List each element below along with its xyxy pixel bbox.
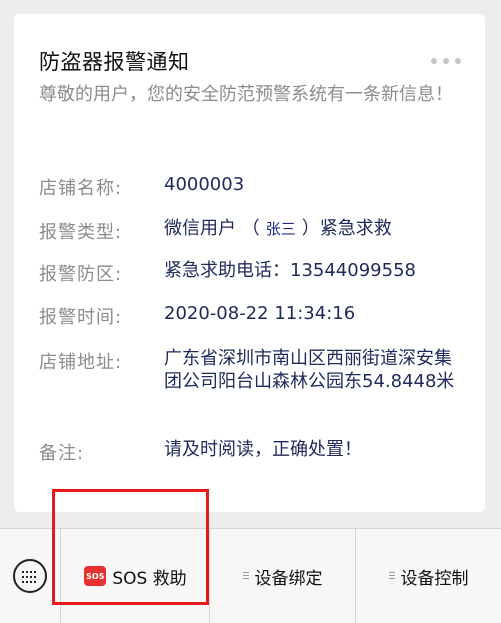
field-value-alarm-time: 2020-08-22 11:34:16: [164, 303, 356, 324]
dot: [443, 58, 449, 64]
submenu-icon: [242, 571, 249, 581]
device-bind-label: 设备绑定: [254, 568, 323, 589]
field-label-alarm-time: 报警时间:: [39, 307, 123, 328]
sos-help-button[interactable]: SOS SOS 救助: [62, 529, 210, 623]
field-value-remark: 请及时阅读，正确处置！: [164, 439, 362, 460]
field-value-shop-address: 广东省深圳市南山区西丽街道深安集团公司阳台山森林公园东54.8448米: [164, 348, 455, 392]
field-label-shop-address: 店铺地址:: [39, 352, 123, 373]
submenu-icon: [388, 571, 395, 581]
more-dots-icon[interactable]: [431, 56, 461, 66]
sos-icon: SOS: [84, 566, 107, 586]
sos-help-label: SOS 救助: [112, 568, 187, 589]
field-label-shop-name: 店铺名称:: [39, 178, 123, 199]
alarm-type-suffix: ）紧急求救: [301, 218, 392, 239]
keyboard-toggle-button[interactable]: [0, 529, 61, 623]
bottom-menu-bar: SOS SOS 救助 设备绑定 设备控制: [0, 528, 501, 623]
device-bind-button[interactable]: 设备绑定: [210, 529, 356, 623]
keyboard-icon: [13, 559, 47, 593]
field-value-alarm-type: 微信用户 （ 张三 ）紧急求救: [164, 217, 464, 241]
device-control-button[interactable]: 设备控制: [356, 529, 501, 623]
field-value-alarm-zone: 紧急求助电话：13544099558: [164, 260, 416, 281]
alarm-type-prefix: 微信用户 （: [164, 218, 260, 239]
field-label-remark: 备注:: [39, 443, 85, 464]
field-value-shop-name: 4000003: [164, 174, 245, 195]
notification-card: 防盗器报警通知 尊敬的用户，您的安全防范预警系统有一条新信息！ 店铺名称: 40…: [14, 14, 485, 512]
field-label-alarm-zone: 报警防区:: [39, 264, 123, 285]
intro-text: 尊敬的用户，您的安全防范预警系统有一条新信息！: [39, 84, 453, 105]
dot: [431, 58, 437, 64]
field-label-alarm-type: 报警类型:: [39, 222, 123, 243]
alarm-user-name: 张三: [265, 220, 296, 238]
dot: [455, 58, 461, 64]
device-control-label: 设备控制: [400, 568, 469, 589]
card-title: 防盗器报警通知: [39, 50, 190, 74]
